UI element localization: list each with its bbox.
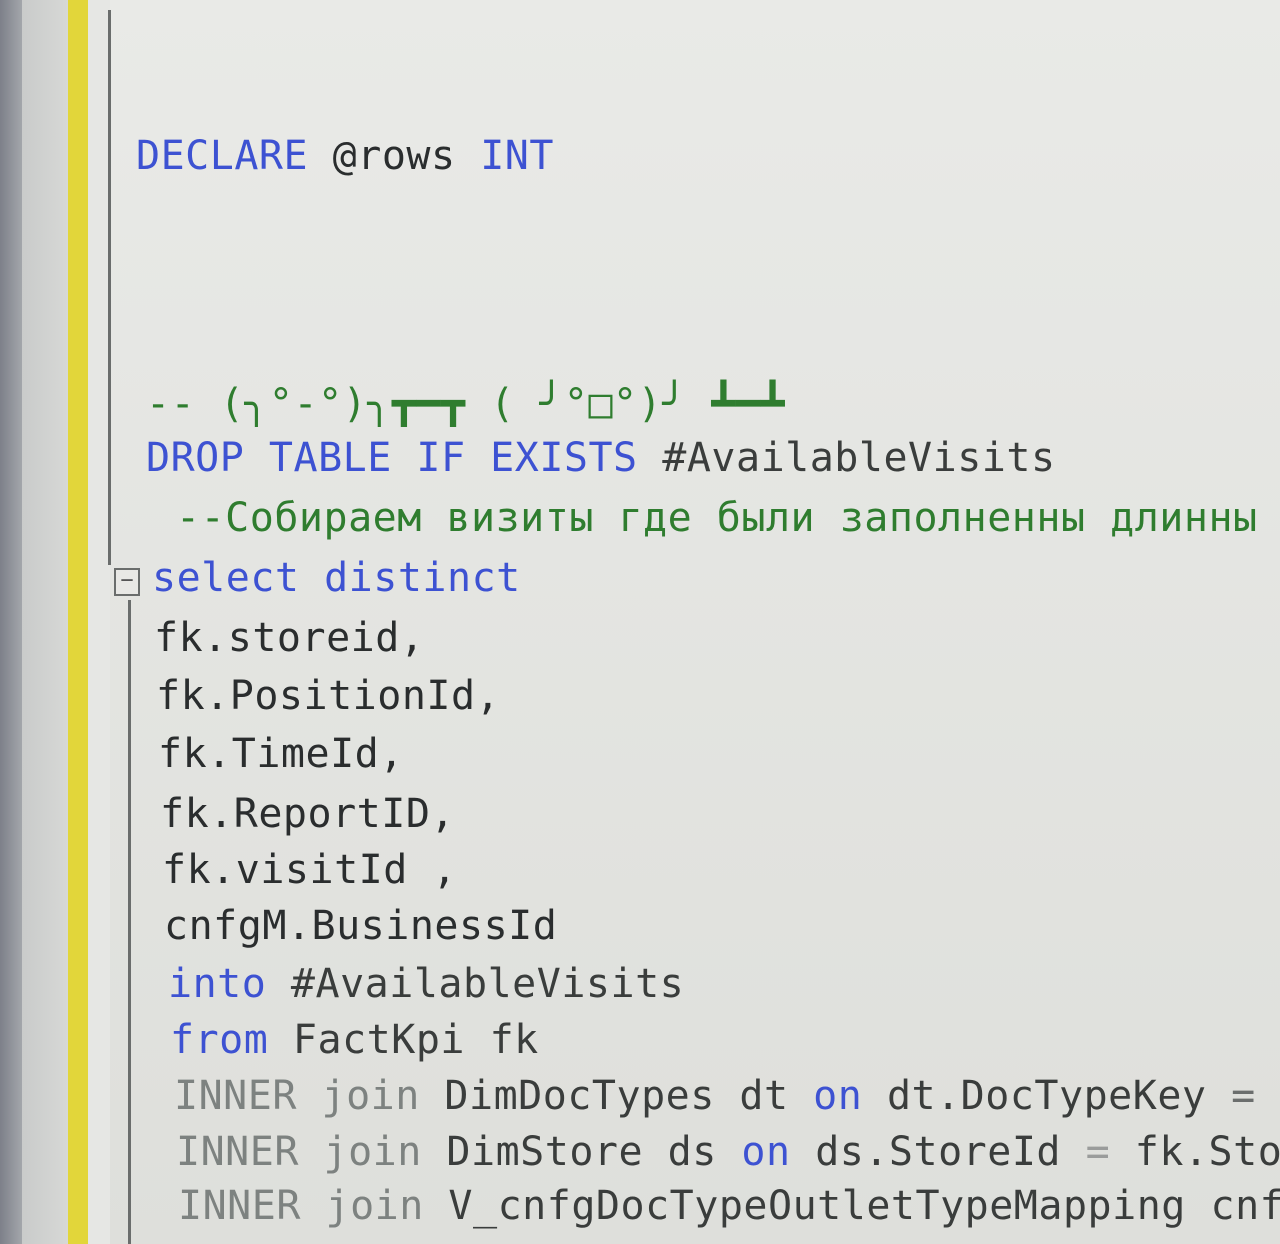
outline-guide-top [108, 10, 111, 565]
keyword: into [168, 961, 267, 1007]
keyword: INT [480, 133, 554, 179]
code-line-join-2[interactable]: INNER join DimStore ds on ds.StoreId = f… [176, 1128, 1280, 1176]
code-line-declare[interactable]: DECLARE @rows INT [136, 132, 554, 180]
outline-guide-select [128, 600, 131, 1244]
code-line-col-6[interactable]: cnfgM.BusinessId [164, 902, 557, 950]
comment-text: -- (╮°-°)╮┳━┳ ( ╯°□°)╯ ┻━┻ [146, 381, 786, 427]
code-line-from[interactable]: from FactKpi fk [170, 1016, 539, 1064]
outline-margin [88, 0, 110, 1244]
code-line-into[interactable]: into #AvailableVisits [168, 960, 684, 1008]
line-number-gutter [22, 0, 68, 1244]
operator: = [1085, 1129, 1111, 1175]
column-ref: fk.PositionId, [156, 673, 501, 719]
object-name: FactKpi fk [292, 1017, 539, 1063]
code-line-join-1[interactable]: INNER join DimDocTypes dt on dt.DocTypeK… [174, 1072, 1256, 1120]
code-line-col-5[interactable]: fk.visitId , [162, 846, 457, 894]
column-ref: fk.TimeId, [158, 731, 404, 777]
keyword: INNER join [178, 1183, 424, 1229]
code-line-join-3[interactable]: INNER join V_cnfgDocTypeOutletTypeMappin… [178, 1182, 1280, 1230]
column-ref: fk.Sto [1134, 1129, 1280, 1175]
object-name: DimDocTypes dt [444, 1073, 789, 1119]
object-name: V_cnfgDocTypeOutletTypeMapping [448, 1183, 1186, 1229]
column-ref: fk.ReportID, [160, 791, 455, 837]
keyword: select distinct [152, 555, 521, 601]
code-line-col-2[interactable]: fk.PositionId, [156, 672, 500, 720]
column-ref: fk.visitId , [162, 847, 457, 893]
code-line-comment-kaomoji[interactable]: -- (╮°-°)╮┳━┳ ( ╯°□°)╯ ┻━┻ [146, 380, 785, 428]
code-line-col-1[interactable]: fk.storeid, [154, 614, 424, 662]
object-name: #AvailableVisits [662, 435, 1056, 481]
code-line-col-4[interactable]: fk.ReportID, [160, 790, 455, 838]
column-ref: ds.StoreId [815, 1129, 1062, 1175]
variable: @rows [332, 133, 456, 179]
keyword: INNER join [176, 1129, 422, 1175]
keyword: INNER join [174, 1073, 420, 1119]
monitor-bezel [0, 0, 22, 1244]
object-name: #AvailableVisits [290, 961, 685, 1007]
change-tracking-bar [68, 0, 88, 1244]
minus-box-icon[interactable]: − [114, 568, 140, 596]
column-ref: fk.storeid, [154, 615, 425, 661]
code-line-col-3[interactable]: fk.TimeId, [158, 730, 404, 778]
keyword: from [170, 1017, 269, 1063]
text-cursor-icon: = [1231, 1073, 1256, 1119]
keyword: on [813, 1073, 863, 1119]
keyword: DECLARE [136, 133, 309, 179]
object-name: DimStore ds [446, 1129, 717, 1175]
comment-text: --Собираем визиты где были заполненны дл… [176, 495, 1258, 541]
code-line-comment-ru[interactable]: --Собираем визиты где были заполненны дл… [176, 494, 1258, 542]
keyword: DROP TABLE IF EXISTS [146, 435, 638, 481]
code-line-drop[interactable]: DROP TABLE IF EXISTS #AvailableVisits [146, 434, 1056, 482]
code-line-select[interactable]: select distinct [152, 554, 521, 602]
column-ref: dt.DocTypeKey [886, 1073, 1207, 1119]
column-ref: cnfgM.BusinessId [164, 903, 558, 949]
keyword: on [741, 1129, 791, 1175]
alias: cnf [1210, 1183, 1280, 1229]
